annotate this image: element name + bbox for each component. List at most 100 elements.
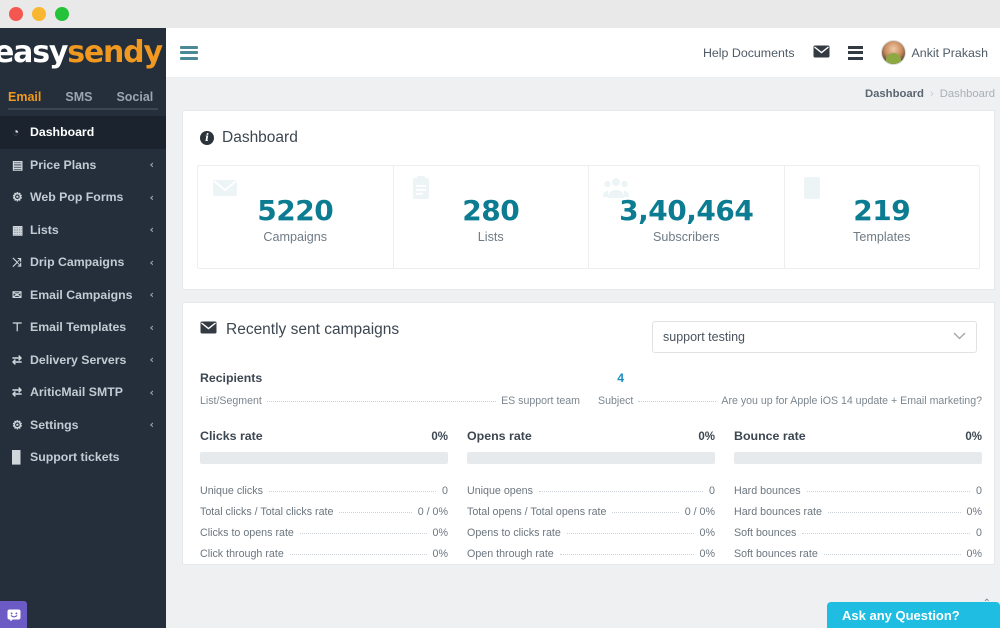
sidebar-item-label: Delivery Servers xyxy=(30,352,127,367)
stat-label: Campaigns xyxy=(263,230,328,245)
chevron-left-icon: ‹ xyxy=(149,255,154,269)
metric-row: Unique opens 0 xyxy=(467,480,715,501)
window-minimize-button[interactable] xyxy=(32,7,46,21)
campaign-select-value: support testing xyxy=(663,330,745,344)
chevron-left-icon: ‹ xyxy=(149,385,154,399)
envelope-icon[interactable] xyxy=(813,45,830,61)
metric-column-opens-rate: Opens rate 0% Unique opens 0 Total opens / T… xyxy=(467,429,715,564)
metric-row: Clicks to opens rate 0% xyxy=(200,522,448,543)
stat-label: Subscribers xyxy=(653,230,720,245)
dot-leader xyxy=(827,511,961,513)
hamburger-icon[interactable] xyxy=(180,45,198,60)
dot-leader xyxy=(612,511,679,513)
main-content: Dashboard › Dashboard i Dashboard 5220 Ca… xyxy=(166,78,1000,628)
tab-email[interactable]: Email xyxy=(8,90,41,110)
recent-campaigns-title: Recently sent campaigns xyxy=(200,321,399,339)
metric-row-value: 0 xyxy=(442,484,448,497)
brand-logo[interactable]: easysendy pro xyxy=(0,28,166,78)
dashboard-card: i Dashboard 5220 Campaigns 280 Lists 3,40,46… xyxy=(182,110,995,290)
metric-row: Total opens / Total opens rate 0 / 0% xyxy=(467,501,715,522)
metric-percent: 0% xyxy=(431,431,448,443)
ask-widget-label: Ask any Question? xyxy=(842,607,960,623)
dot-leader xyxy=(268,490,437,492)
tab-social[interactable]: Social xyxy=(116,90,153,110)
sidebar-item-delivery-servers[interactable]: ⇄ Delivery Servers ‹ xyxy=(0,344,166,377)
sidebar-item-settings[interactable]: ⚙ Settings ‹ xyxy=(0,409,166,442)
sidebar-item-web-pop-forms[interactable]: ⚙ Web Pop Forms ‹ xyxy=(0,181,166,214)
sidebar-item-ariticmail-smtp[interactable]: ⇄ AriticMail SMTP ‹ xyxy=(0,376,166,409)
sidebar-item-lists[interactable]: ▦ Lists ‹ xyxy=(0,214,166,247)
metric-header: Clicks rate 0% xyxy=(200,429,448,443)
metric-row-label: Unique clicks xyxy=(200,484,263,497)
stat-card-campaigns[interactable]: 5220 Campaigns xyxy=(198,166,394,268)
metric-percent: 0% xyxy=(965,431,982,443)
metric-row: Total clicks / Total clicks rate 0 / 0% xyxy=(200,501,448,522)
campaign-meta-label: Subject xyxy=(598,395,634,407)
window-maximize-button[interactable] xyxy=(55,7,69,21)
metric-title: Opens rate xyxy=(467,429,532,443)
sidebar: easysendy pro Email SMS Social ◔ Dashboar… xyxy=(0,28,166,628)
user-menu[interactable]: Ankit Prakash xyxy=(880,40,988,65)
metric-header: Opens rate 0% xyxy=(467,429,715,443)
metric-row-value: 0% xyxy=(966,505,982,518)
header-right-group: Help Documents Ankit Prakash xyxy=(703,40,988,65)
avatar xyxy=(880,40,906,65)
sidebar-item-support-tickets[interactable]: █ Support tickets xyxy=(0,441,166,474)
chevron-left-icon: ‹ xyxy=(149,418,154,432)
clipboard-icon xyxy=(408,175,434,201)
recent-campaigns-title-label: Recently sent campaigns xyxy=(226,321,400,338)
recipients-label: Recipients xyxy=(200,371,263,385)
metric-row-label: Total clicks / Total clicks rate xyxy=(200,505,334,518)
shuffle-icon: ⤨ xyxy=(12,254,22,269)
metric-row-label: Hard bounces rate xyxy=(734,505,822,518)
metric-rows: Unique clicks 0 Total clicks / Total click… xyxy=(200,480,448,564)
sidebar-item-price-plans[interactable]: ▤ Price Plans ‹ xyxy=(0,149,166,182)
chat-smiley-icon[interactable] xyxy=(0,601,27,628)
metric-row: Soft bounces 0 xyxy=(734,522,982,543)
ask-any-question-widget[interactable]: Ask any Question? xyxy=(827,602,1000,628)
stat-card-subscribers[interactable]: 3,40,464 Subscribers xyxy=(589,166,785,268)
window-close-button[interactable] xyxy=(9,7,23,21)
stat-card-templates[interactable]: 219 Templates xyxy=(785,166,980,268)
user-name: Ankit Prakash xyxy=(911,45,988,60)
sidebar-item-label: Price Plans xyxy=(30,157,97,172)
metric-row: Hard bounces rate 0% xyxy=(734,501,982,522)
metric-row-value: 0% xyxy=(432,547,448,560)
chevron-left-icon: ‹ xyxy=(149,353,154,367)
stat-card-lists[interactable]: 280 Lists xyxy=(394,166,589,268)
tab-sms[interactable]: SMS xyxy=(65,90,92,110)
chevron-left-icon: ‹ xyxy=(149,288,154,302)
chevron-left-icon: ‹ xyxy=(149,158,154,172)
dot-leader xyxy=(806,490,971,492)
sidebar-item-drip-campaigns[interactable]: ⤨ Drip Campaigns ‹ xyxy=(0,246,166,279)
window-title-bar xyxy=(0,0,1000,28)
metric-row: Unique clicks 0 xyxy=(200,480,448,501)
campaign-select[interactable]: support testing xyxy=(652,321,977,353)
exchange-icon: ⇄ xyxy=(12,352,23,367)
dot-leader xyxy=(299,532,427,534)
book-icon: █ xyxy=(12,450,21,465)
sidebar-item-label: Dashboard xyxy=(30,125,95,140)
metric-progress-bar xyxy=(467,452,715,464)
sidebar-item-email-templates[interactable]: ⊤ Email Templates ‹ xyxy=(0,311,166,344)
help-documents-link[interactable]: Help Documents xyxy=(703,46,795,60)
sidebar-item-email-campaigns[interactable]: ✉ Email Campaigns ‹ xyxy=(0,279,166,312)
tabs-underline xyxy=(8,108,158,110)
brand-sendy: sendy xyxy=(67,35,163,70)
list-lines-icon[interactable] xyxy=(847,45,863,60)
metric-row: Hard bounces 0 xyxy=(734,480,982,501)
breadcrumb-current[interactable]: Dashboard xyxy=(865,88,924,100)
metric-row-label: Click through rate xyxy=(200,547,284,560)
sidebar-item-dashboard[interactable]: ◔ Dashboard xyxy=(0,116,166,149)
sidebar-item-label: Email Campaigns xyxy=(30,287,133,302)
campaign-meta-label: List/Segment xyxy=(200,395,262,407)
metric-row-label: Unique opens xyxy=(467,484,533,497)
clock-icon: ◔ xyxy=(12,125,20,140)
metric-rows: Hard bounces 0 Hard bounces rate 0% Soft bou… xyxy=(734,480,982,564)
users-icon xyxy=(603,175,629,201)
sidebar-item-label: Email Templates xyxy=(30,320,127,335)
sidebar-nav: ◔ Dashboard ▤ Price Plans ‹ ⚙ Web Pop Forms ‹ ▦ L… xyxy=(0,116,166,474)
metric-row-value: 0 xyxy=(976,484,982,497)
recipients-value[interactable]: 4 xyxy=(617,371,624,385)
chevron-left-icon: ‹ xyxy=(149,190,154,204)
